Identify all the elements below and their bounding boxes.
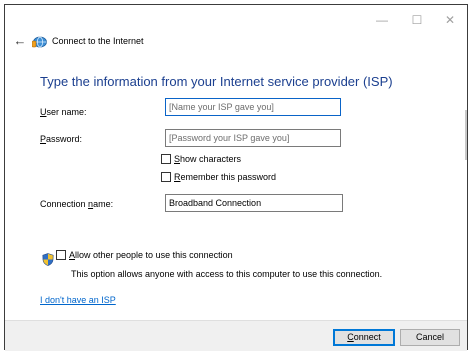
password-label: Password: [40,133,82,145]
connection-name-label-pre: Connection [40,199,89,209]
allow-others-description: This option allows anyone with access to… [71,269,383,279]
window-title: Connect to the Internet [52,36,144,46]
network-globe-icon [32,36,47,48]
allow-others-checkbox[interactable] [56,250,66,260]
back-arrow-icon[interactable]: ← [12,33,28,49]
title-bar: — ☐ ✕ [5,5,467,35]
minimize-button[interactable]: — [367,11,397,29]
password-label-text: assword: [46,134,83,144]
uac-shield-icon [42,253,54,266]
connection-name-label-text: ame: [93,199,114,209]
remember-password-label[interactable]: Remember this password [174,171,276,183]
password-input[interactable] [165,129,341,147]
remember-password-text: emember this password [180,172,277,182]
maximize-icon: ☐ [411,13,423,27]
close-button[interactable]: ✕ [435,11,465,29]
scrollbar-edge [465,110,467,160]
no-isp-link[interactable]: I don't have an ISP [40,294,116,306]
connection-name-input[interactable] [165,194,343,212]
show-characters-text: how characters [180,154,242,164]
username-label: User name: [40,106,87,118]
allow-others-label[interactable]: Allow other people to use this connectio… [69,249,233,261]
minimize-icon: — [376,13,388,27]
cancel-button[interactable]: Cancel [400,329,460,346]
show-characters-checkbox[interactable] [161,154,171,164]
username-label-text: ser name: [46,107,87,117]
dialog-window: — ☐ ✕ ← Connect to the Internet Type the… [4,4,468,351]
connect-label: onnect [353,332,381,342]
show-characters-label[interactable]: Show characters [174,153,241,165]
username-input[interactable] [165,98,341,116]
maximize-button[interactable]: ☐ [402,11,432,29]
allow-others-text: llow other people to use this connection [75,250,233,260]
remember-password-checkbox[interactable] [161,172,171,182]
connect-button[interactable]: Connect [333,329,395,346]
page-heading: Type the information from your Internet … [40,74,393,89]
button-bar: Connect Cancel [5,320,467,351]
close-icon: ✕ [444,13,456,27]
connection-name-label: Connection name: [40,198,113,210]
